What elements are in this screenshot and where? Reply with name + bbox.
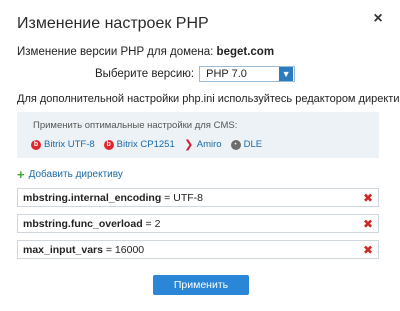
chevron-down-icon[interactable]: ▼ (279, 67, 294, 81)
directive-name: mbstring.func_overload (23, 217, 143, 230)
cms-link-label: Bitrix UTF-8 (44, 139, 95, 150)
cms-presets-panel: Применить оптимальные настройки для CMS:… (17, 112, 379, 158)
add-directive-link[interactable]: + Добавить директиву (17, 166, 123, 182)
cms-link-label: Bitrix CP1251 (116, 139, 175, 150)
directive-value: = 16000 (102, 243, 145, 256)
bitrix-icon: b (103, 139, 114, 150)
add-directive-label: Добавить директиву (28, 169, 123, 180)
directive-value: = 2 (142, 217, 161, 230)
close-icon[interactable]: × (371, 11, 385, 27)
amiro-icon: ❯ (184, 138, 194, 151)
plus-icon: + (17, 166, 25, 182)
dle-icon: • (230, 139, 241, 150)
domain-name: beget.com (216, 46, 275, 58)
directive-row[interactable]: max_input_vars = 16000 ✖ (17, 240, 379, 259)
cms-link-dle[interactable]: • DLE (230, 139, 263, 150)
remove-icon[interactable]: ✖ (362, 244, 374, 256)
directive-name: mbstring.internal_encoding (23, 191, 162, 204)
remove-icon[interactable]: ✖ (362, 192, 374, 204)
modal-title: Изменение настроек PHP (17, 15, 209, 32)
cms-link-bitrix-cp1251[interactable]: b Bitrix CP1251 (103, 139, 175, 150)
directive-row[interactable]: mbstring.internal_encoding = UTF-8 ✖ (17, 188, 379, 207)
cms-presets-list: b Bitrix UTF-8 b Bitrix CP1251 ❯ Amiro •… (31, 139, 271, 150)
version-selected-value: PHP 7.0 (206, 68, 247, 80)
cms-link-label: Amiro (196, 139, 222, 150)
remove-icon[interactable]: ✖ (362, 218, 374, 230)
domain-line: Изменение версии PHP для домена: beget.c… (17, 46, 274, 58)
directive-value: = UTF-8 (161, 191, 203, 204)
cms-link-bitrix-utf8[interactable]: b Bitrix UTF-8 (31, 139, 95, 150)
cms-presets-title: Применить оптимальные настройки для CMS: (33, 120, 238, 131)
directive-text: max_input_vars = 16000 (18, 244, 362, 256)
cms-link-label: DLE (243, 139, 263, 150)
version-select[interactable]: PHP 7.0 ▼ (199, 66, 296, 82)
version-row: Выберите версию: PHP 7.0 ▼ (95, 66, 296, 82)
directive-row[interactable]: mbstring.func_overload = 2 ✖ (17, 214, 379, 233)
directive-name: max_input_vars (23, 243, 103, 256)
bitrix-icon: b (31, 139, 41, 150)
directive-text: mbstring.internal_encoding = UTF-8 (18, 192, 362, 204)
apply-button[interactable]: Применить (153, 275, 249, 295)
directive-text: mbstring.func_overload = 2 (18, 218, 362, 230)
cms-link-amiro[interactable]: ❯ Amiro (184, 138, 222, 151)
php-settings-modal: Изменение настроек PHP × Изменение верси… (0, 0, 400, 311)
version-label: Выберите версию: (95, 68, 195, 80)
domain-label: Изменение версии PHP для домена: (17, 46, 214, 58)
php-ini-hint: Для дополнительной настройки php.ini исп… (17, 93, 400, 105)
